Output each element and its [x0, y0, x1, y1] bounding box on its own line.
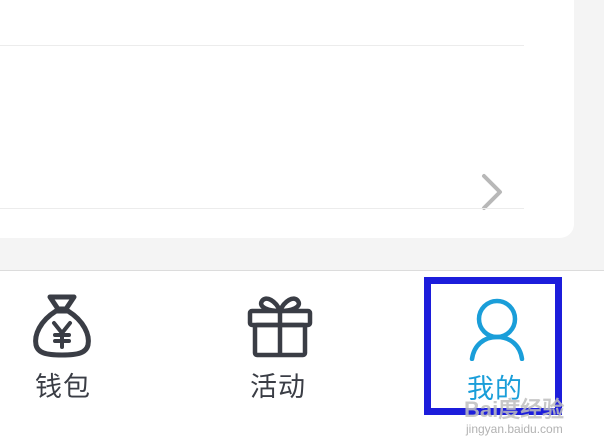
tab-mine-label: 我的	[467, 374, 523, 405]
tab-activity[interactable]: 活动	[236, 271, 336, 411]
tab-wallet-label: 钱包	[35, 372, 91, 403]
settings-card	[0, 0, 574, 238]
bottom-tab-bar: 钱包 活动 我的	[0, 270, 604, 448]
app-screen: 钱包 活动 我的 Bai度经验 jingyan.baidu.com	[0, 0, 604, 448]
money-bag-yen-icon	[33, 294, 91, 358]
tab-wallet[interactable]: 钱包	[20, 271, 110, 411]
list-item[interactable]	[0, 46, 574, 210]
tab-mine[interactable]: 我的	[440, 271, 550, 411]
user-icon	[469, 298, 525, 361]
gift-icon	[247, 296, 313, 358]
tab-activity-label: 活动	[250, 372, 306, 403]
divider	[0, 208, 524, 209]
